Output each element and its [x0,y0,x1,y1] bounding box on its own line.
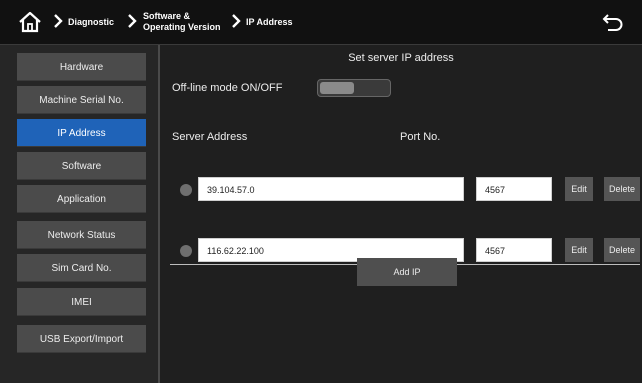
sidebar-item-network-status[interactable]: Network Status [17,221,146,249]
port-field[interactable]: 4567 [476,177,552,201]
home-icon[interactable] [18,11,42,33]
toggle-knob [320,82,354,94]
delete-button[interactable]: Delete [604,238,640,262]
edit-button[interactable]: Edit [565,177,593,201]
sidebar-item-ip-address[interactable]: IP Address [17,119,146,147]
server-radio[interactable] [180,184,192,196]
port-field[interactable]: 4567 [476,238,552,262]
server-radio[interactable] [180,245,192,257]
sidebar-item-sim-card[interactable]: Sim Card No. [17,254,146,282]
breadcrumb-software-line2[interactable]: Operating Version [143,22,221,32]
sidebar-item-hardware[interactable]: Hardware [17,53,146,81]
sidebar-item-imei[interactable]: IMEI [17,288,146,316]
breadcrumb-diagnostic[interactable]: Diagnostic [68,17,114,27]
breadcrumb-ip-address: IP Address [246,17,293,27]
offline-mode-label: Off-line mode ON/OFF [172,82,283,94]
edit-button[interactable]: Edit [565,238,593,262]
sidebar-item-application[interactable]: Application [17,185,146,213]
breadcrumb-software-line1[interactable]: Software & [143,11,190,21]
server-address-header: Server Address [172,131,248,143]
delete-button[interactable]: Delete [604,177,640,201]
page-title: Set server IP address [348,52,454,64]
main-panel: Set server IP address Off-line mode ON/O… [160,45,642,383]
port-header: Port No. [400,131,441,143]
server-address-field[interactable]: 39.104.57.0 [198,177,464,201]
add-ip-button[interactable]: Add IP [357,258,457,286]
chevron-right-icon [128,14,137,28]
offline-mode-toggle[interactable] [317,79,391,97]
chevron-right-icon [54,14,63,28]
sidebar: Hardware Machine Serial No. IP Address S… [0,45,160,383]
back-arrow-icon[interactable] [602,12,624,32]
sidebar-item-usb-export-import[interactable]: USB Export/Import [17,325,146,353]
chevron-right-icon [232,14,241,28]
top-bar: Diagnostic Software & Operating Version … [0,0,642,45]
sidebar-item-machine-serial[interactable]: Machine Serial No. [17,86,146,114]
sidebar-item-software[interactable]: Software [17,152,146,180]
